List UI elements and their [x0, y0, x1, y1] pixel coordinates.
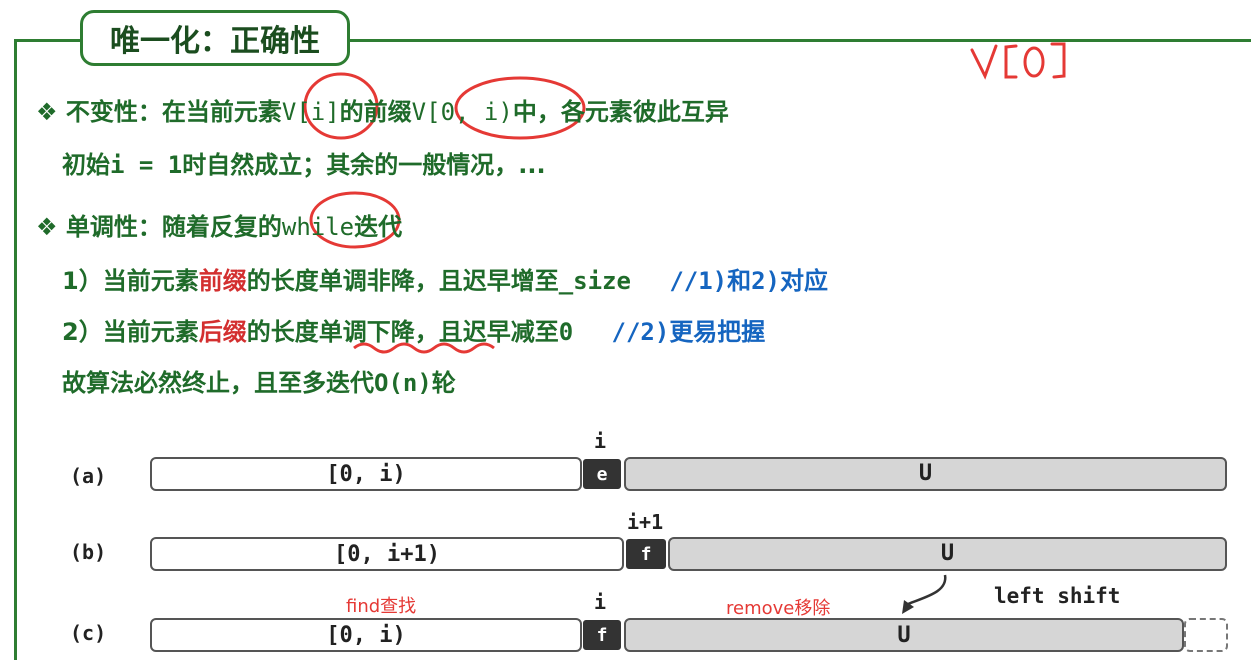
point2-text-1: 2）当前元素: [62, 318, 199, 346]
point2-suffix-word: 后缀: [198, 318, 247, 346]
invariant-line: ❖ 不变性：在当前元素V[i]的前缀V[0, i)中，各元素彼此互异: [36, 92, 729, 127]
point2-text-3: ，且迟早减至: [414, 318, 559, 346]
point1-line: 1）当前元素前缀的长度单调非降，且迟早增至_size //1)和2)对应: [62, 261, 828, 296]
row-c-label: (c): [70, 621, 107, 645]
invariant-text-1: 不变性：在当前元素: [65, 98, 282, 126]
init-text-1: 初始: [62, 151, 110, 179]
left-shift-label: left shift: [994, 584, 1121, 608]
row-c-prefix: [0, i): [150, 618, 582, 652]
point2-text-2b: 单调下降: [318, 318, 415, 346]
row-c-suffix: U: [624, 618, 1184, 652]
handwritten-v0-note: [970, 42, 1066, 80]
point2-line: 2）当前元素后缀的长度单调下降，且迟早减至0 //2)更易把握: [62, 312, 765, 347]
row-a-index: i: [594, 429, 607, 453]
point1-text-2: 的长度单调非降，且迟早增至: [246, 267, 559, 295]
remove-annotation: remove移除: [726, 598, 831, 619]
point1-size: _size: [558, 267, 631, 295]
bullet-icon: ❖: [36, 98, 58, 126]
invariant-text-2: 的前缀: [339, 98, 412, 126]
point2-text-2: 的长度: [246, 318, 319, 346]
row-b-prefix: [0, i+1): [150, 537, 624, 571]
row-c-index: i: [594, 590, 607, 614]
conclusion-complexity: O(n): [374, 369, 432, 397]
row-b-index: i+1: [627, 510, 664, 534]
invariant-prefix: V[0, i): [411, 98, 513, 126]
point1-prefix-word: 前缀: [198, 267, 247, 295]
row-a-suffix: U: [624, 457, 1227, 491]
conclusion-text-1: 故算法必然终止，且至多迭代: [62, 369, 374, 397]
point1-comment: //1)和2)对应: [669, 267, 829, 295]
row-a-prefix: [0, i): [150, 457, 582, 491]
row-c-element: f: [583, 620, 621, 650]
conclusion-line: 故算法必然终止，且至多迭代O(n)轮: [62, 363, 456, 398]
row-c-vacated-slot: [1184, 618, 1228, 652]
monotone-text-2: 迭代: [354, 213, 403, 241]
init-line: 初始i = 1时自然成立；其余的一般情况，...: [62, 145, 546, 180]
point2-zero: 0: [558, 318, 574, 346]
init-condition: i = 1: [110, 151, 183, 179]
conclusion-text-2: 轮: [431, 369, 456, 397]
point1-text-1: 1）当前元素: [62, 267, 199, 295]
row-b-suffix: U: [668, 537, 1227, 571]
monotone-line: ❖ 单调性：随着反复的while迭代: [36, 207, 402, 242]
row-a-element: e: [583, 459, 621, 489]
init-text-2: 时自然成立；其余的一般情况，...: [182, 151, 546, 179]
row-b-element: f: [626, 539, 666, 569]
row-b-label: (b): [70, 540, 107, 564]
monotone-text-1: 单调性：随着反复的: [65, 213, 282, 241]
point2-comment: //2)更易把握: [611, 318, 766, 346]
monotone-while: while: [281, 213, 355, 241]
invariant-text-3: 中，各元素彼此互异: [512, 98, 729, 126]
bullet-icon: ❖: [36, 213, 58, 241]
invariant-current-element: V[i]: [281, 98, 340, 126]
row-a-label: (a): [70, 464, 107, 488]
find-annotation: find查找: [346, 596, 417, 617]
left-shift-arrow: [907, 574, 947, 606]
